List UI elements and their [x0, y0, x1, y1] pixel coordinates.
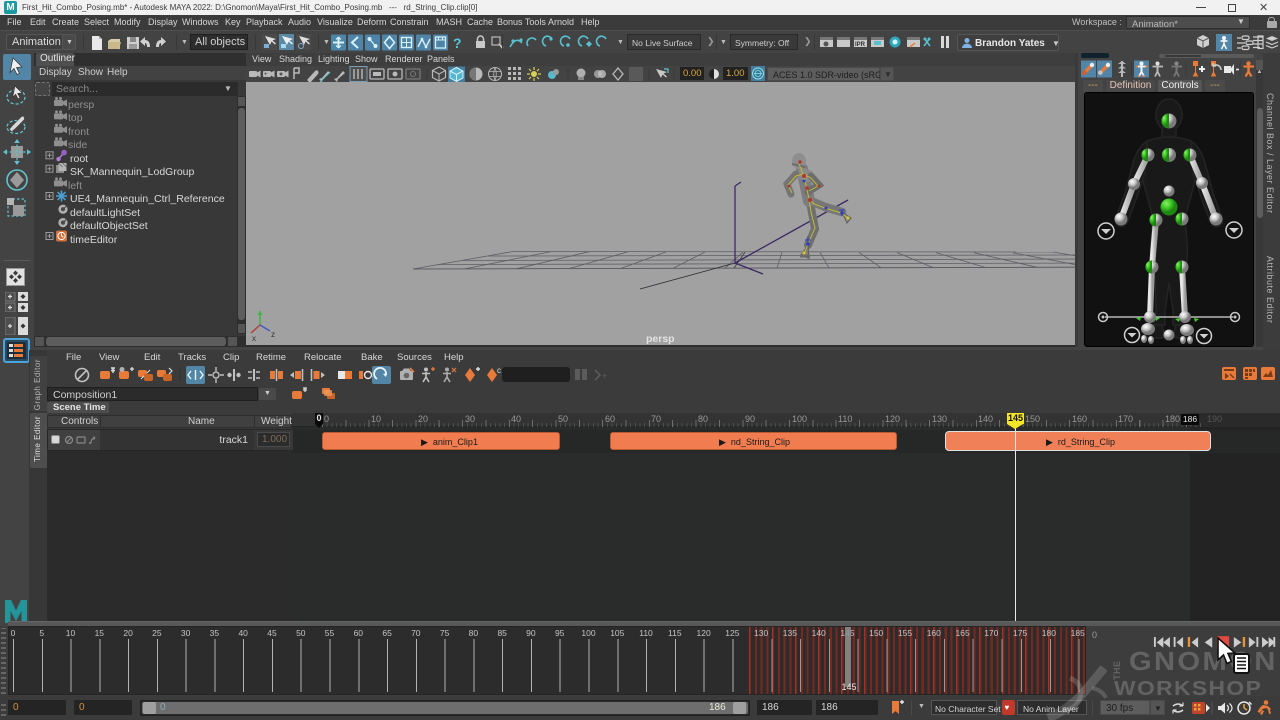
svg-text:x: x: [252, 334, 256, 343]
svg-text:+: +: [602, 371, 607, 381]
svg-text:z: z: [271, 330, 275, 339]
svg-text:?: ?: [453, 35, 462, 51]
svg-text:c: c: [497, 366, 501, 375]
svg-text:IPR: IPR: [855, 42, 866, 48]
svg-text:persp: persp: [646, 333, 675, 345]
